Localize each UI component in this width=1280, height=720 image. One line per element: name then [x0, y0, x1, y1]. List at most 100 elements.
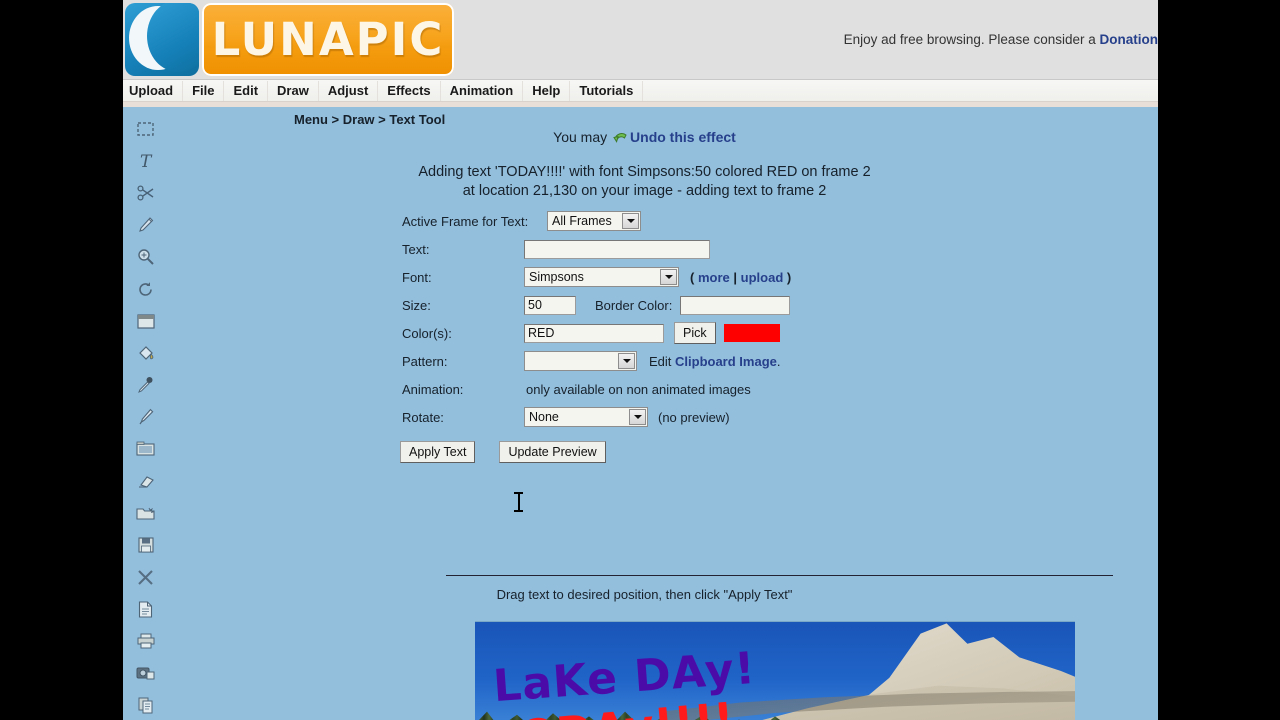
status-line-1: Adding text 'TODAY!!!!' with font Simpso…: [418, 164, 871, 180]
menu-item-animation[interactable]: Animation: [441, 80, 524, 101]
chevron-down-icon[interactable]: [629, 409, 646, 425]
colors-label: Color(s):: [402, 325, 452, 341]
font-paren-open: (: [690, 269, 695, 285]
pattern-edit-suffix: .: [776, 353, 781, 369]
animation-row: Animation: only available on non animate…: [402, 375, 791, 403]
eyedropper-icon[interactable]: [123, 369, 168, 401]
font-paren-sep: |: [733, 269, 738, 285]
chevron-down-icon[interactable]: [622, 213, 639, 229]
ad-free-notice: Enjoy ad free browsing. Please consider …: [844, 32, 1158, 47]
pattern-label: Pattern:: [402, 353, 448, 369]
pick-color-button[interactable]: Pick: [674, 322, 716, 344]
animation-note: only available on non animated images: [526, 381, 751, 397]
window-frame-icon[interactable]: [123, 305, 168, 337]
color-swatch: [723, 324, 780, 342]
font-value: Simpsons: [529, 270, 584, 284]
document-icon[interactable]: [123, 593, 168, 625]
menu-item-adjust[interactable]: Adjust: [319, 80, 379, 101]
menu-item-edit[interactable]: Edit: [224, 80, 269, 101]
size-label: Size:: [402, 297, 431, 313]
colors-input[interactable]: [524, 323, 664, 343]
text-tool-icon[interactable]: T: [123, 145, 168, 177]
ad-free-text: Enjoy ad free browsing. Please consider …: [843, 32, 1100, 47]
section-divider: [446, 575, 1113, 576]
rotate-select[interactable]: None: [524, 407, 648, 427]
close-x-icon[interactable]: [123, 561, 168, 593]
folder-new-icon[interactable]: [123, 497, 168, 529]
chevron-down-icon[interactable]: [618, 353, 635, 369]
rotate-row: Rotate: None (no preview): [402, 403, 791, 431]
apply-text-button[interactable]: Apply Text: [400, 441, 476, 463]
site-header: LUNAPIC Enjoy ad free browsing. Please c…: [123, 0, 1158, 80]
scissors-crop-icon[interactable]: [123, 177, 168, 209]
pattern-select[interactable]: [524, 351, 637, 371]
paint-bucket-icon[interactable]: [123, 337, 168, 369]
text-input[interactable]: [524, 239, 710, 259]
open-folder-icon[interactable]: [123, 433, 168, 465]
font-row: Font: Simpsons ( more | upload ): [402, 263, 791, 291]
magnifier-zoom-icon[interactable]: [123, 241, 168, 273]
text-label: Text:: [402, 241, 430, 257]
rotate-label: Rotate:: [402, 409, 444, 425]
update-preview-button[interactable]: Update Preview: [499, 441, 606, 463]
donation-link[interactable]: Donation: [1100, 32, 1159, 47]
form-buttons-row: Apply Text Update Preview: [400, 431, 791, 465]
menu-item-effects[interactable]: Effects: [378, 80, 441, 101]
menu-item-upload[interactable]: Upload: [123, 80, 184, 101]
lunapic-page: LUNAPIC Enjoy ad free browsing. Please c…: [123, 0, 1158, 720]
border-color-label: Border Color:: [595, 297, 673, 313]
size-input[interactable]: [524, 295, 576, 315]
image-preview[interactable]: LaKe DAy! TODAy!!!!: [475, 621, 1075, 720]
tool-rail: T: [123, 107, 168, 720]
paintbrush-icon[interactable]: [123, 401, 168, 433]
menubar-filler: [643, 80, 1158, 101]
undo-notice: You may Undo this effect: [168, 129, 1121, 147]
main-menubar: Upload File Edit Draw Adjust Effects Ani…: [123, 80, 1158, 102]
status-line-2: at location 21,130 on your image - addin…: [462, 183, 827, 199]
menu-item-help[interactable]: Help: [523, 80, 571, 101]
menu-item-draw[interactable]: Draw: [268, 80, 319, 101]
svg-text:T: T: [140, 152, 153, 170]
colors-row: Color(s): Pick: [402, 319, 791, 347]
print-icon[interactable]: [123, 625, 168, 657]
active-frame-value: All Frames: [552, 214, 612, 228]
pattern-edit-prefix: Edit: [649, 353, 676, 369]
logo-wordmark: LUNAPIC: [202, 3, 454, 76]
font-paren-close: ): [786, 269, 792, 285]
undo-prefix: You may: [553, 129, 612, 145]
pattern-row: Pattern: Edit Clipboard Image.: [402, 347, 791, 375]
menu-item-file[interactable]: File: [183, 80, 225, 101]
active-frame-label: Active Frame for Text:: [402, 213, 529, 229]
rotate-note: (no preview): [658, 409, 730, 425]
text-tool-form: Active Frame for Text: All Frames Text: …: [400, 207, 791, 465]
copy-pages-icon[interactable]: [123, 689, 168, 720]
camera-copy-icon[interactable]: [123, 657, 168, 689]
eraser-icon[interactable]: [123, 465, 168, 497]
status-message: Adding text 'TODAY!!!!' with font Simpso…: [168, 163, 1121, 201]
site-logo[interactable]: LUNAPIC: [125, 3, 454, 76]
chevron-down-icon[interactable]: [660, 269, 677, 285]
clipboard-image-link[interactable]: Clipboard Image: [675, 354, 777, 369]
active-frame-row: Active Frame for Text: All Frames: [402, 207, 791, 235]
pen-draw-icon[interactable]: [123, 209, 168, 241]
save-disk-icon[interactable]: [123, 529, 168, 561]
font-more-link[interactable]: more: [698, 270, 730, 285]
breadcrumb: Menu > Draw > Text Tool: [294, 112, 446, 127]
text-cursor-icon: [514, 492, 523, 512]
font-upload-link[interactable]: upload: [741, 270, 784, 285]
drag-hint: Drag text to desired position, then clic…: [496, 587, 793, 602]
crescent-moon-icon: [125, 3, 199, 76]
size-row: Size: Border Color:: [402, 291, 791, 319]
menu-item-tutorials[interactable]: Tutorials: [570, 80, 644, 101]
font-label: Font:: [402, 269, 432, 285]
active-frame-select[interactable]: All Frames: [547, 211, 641, 231]
undo-link[interactable]: Undo this effect: [630, 129, 736, 145]
border-color-input[interactable]: [680, 295, 791, 315]
workspace: T Menu > Draw > Text Tool You may Undo t…: [123, 107, 1158, 720]
font-select[interactable]: Simpsons: [524, 267, 679, 287]
rotate-refresh-icon[interactable]: [123, 273, 168, 305]
animation-label: Animation:: [402, 381, 464, 397]
rotate-value: None: [529, 410, 559, 424]
text-row: Text:: [402, 235, 791, 263]
marquee-select-icon[interactable]: [123, 113, 168, 145]
